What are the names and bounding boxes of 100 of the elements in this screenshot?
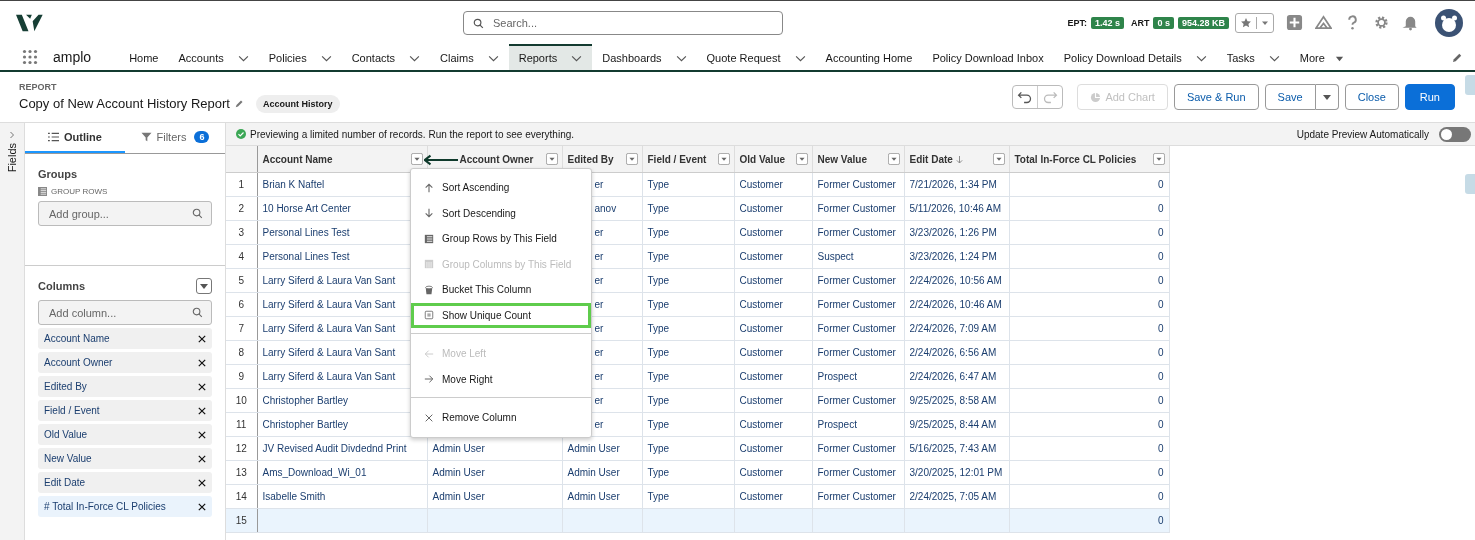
row-number: 9 (226, 364, 257, 389)
nav-tab[interactable]: Policies (258, 44, 342, 70)
menu-item[interactable]: Show Unique Count (411, 302, 591, 328)
panel-tab[interactable]: Outline (25, 123, 125, 153)
nav-tab[interactable]: Tasks (1216, 44, 1290, 70)
close-icon[interactable] (198, 454, 206, 463)
table-cell: Type (647, 323, 670, 334)
table-cell: 0 (1157, 203, 1164, 214)
column-chip[interactable]: # Total In-Force CL Policies (38, 496, 212, 517)
table-cell: er (594, 299, 604, 310)
column-chip[interactable]: Account Owner (38, 352, 212, 373)
close-icon[interactable] (198, 478, 206, 487)
section-subtitle: GROUP ROWS (51, 187, 108, 196)
column-header[interactable]: Edit Date (904, 146, 1009, 173)
run-button[interactable]: Run (1404, 84, 1455, 110)
nav-tab[interactable]: Home (119, 44, 169, 70)
dropdown-icon[interactable] (887, 153, 900, 165)
nav-tab[interactable]: Dashboards (592, 44, 697, 70)
menu-item[interactable]: Sort Ascending (411, 175, 591, 201)
row-number: 2 (226, 196, 257, 221)
panel-tab[interactable]: Filters 6 (125, 123, 225, 153)
column-chip[interactable]: Account Name (38, 328, 212, 349)
column-header[interactable]: Edited By (562, 146, 642, 173)
table-cell: er (594, 227, 604, 238)
plus-icon[interactable] (1286, 14, 1303, 31)
app-launcher-icon[interactable] (22, 49, 38, 65)
search-field[interactable]: Search... (463, 10, 783, 35)
favorites-button[interactable] (1235, 12, 1274, 33)
close-icon[interactable] (198, 382, 206, 391)
table-cell: Brian K Naftel (262, 179, 325, 190)
table-cell: Former Customer (817, 179, 896, 190)
dropdown-icon[interactable] (992, 153, 1005, 165)
column-chip[interactable]: New Value (38, 448, 212, 469)
column-header[interactable]: Total In-Force CL Policies (1009, 146, 1169, 173)
nav-tab[interactable]: Contacts (341, 44, 431, 70)
columns-menu-button[interactable] (196, 278, 212, 294)
nav-tab[interactable]: Quote Request (696, 44, 816, 70)
table-cell: er (594, 371, 604, 382)
dropdown-icon[interactable] (545, 153, 558, 165)
table-cell: Personal Lines Test (262, 227, 350, 238)
close-icon[interactable] (198, 502, 206, 511)
menu-item-icon (424, 412, 434, 423)
add-group-field[interactable]: Add group... (38, 201, 212, 226)
add-column-field[interactable]: Add column... (38, 300, 212, 325)
nav-tab[interactable]: Policy Download Inbox (922, 44, 1054, 70)
toolbar-button[interactable]: Save & Run (1173, 84, 1259, 110)
column-header[interactable]: Field / Event (642, 146, 734, 173)
table-cell: Admin User (432, 443, 485, 454)
nav-tab[interactable]: Reports (508, 44, 593, 70)
column-chip[interactable]: Old Value (38, 424, 212, 445)
table-cell: Customer (739, 419, 783, 430)
dropdown-icon[interactable] (625, 153, 638, 165)
chevron-icon (1195, 54, 1207, 62)
menu-item[interactable]: Group Rows by This Field (411, 226, 591, 252)
dropdown-icon[interactable] (410, 153, 423, 165)
save-button[interactable]: Save (1264, 84, 1316, 110)
fields-tab[interactable]: Fields (6, 143, 18, 173)
row-number: 6 (226, 292, 257, 317)
table-cell: Customer (739, 299, 783, 310)
table-cell: Type (647, 395, 670, 406)
nav-tab[interactable]: Accounting Home (815, 44, 923, 70)
table-cell: er (594, 323, 604, 334)
table-cell: Christopher Bartley (262, 419, 349, 430)
nav-tab[interactable]: Policy Download Details (1053, 44, 1217, 70)
dropdown-icon[interactable] (717, 153, 730, 165)
menu-item[interactable]: Bucket This Column (411, 277, 591, 303)
dropdown-icon[interactable] (795, 153, 808, 165)
table-cell: 0 (1157, 347, 1164, 358)
column-header[interactable]: Old Value (734, 146, 812, 173)
close-icon[interactable] (198, 358, 206, 367)
settings-icon[interactable] (1373, 14, 1390, 31)
column-chip[interactable]: Edited By (38, 376, 212, 397)
save-menu-button[interactable] (1315, 84, 1339, 110)
bell-icon[interactable] (1402, 14, 1419, 31)
close-icon[interactable] (198, 334, 206, 343)
table-cell: 0 (1157, 467, 1164, 478)
menu-item[interactable]: Sort Descending (411, 200, 591, 226)
pencil-icon[interactable] (235, 99, 244, 108)
menu-item-icon (424, 374, 434, 385)
table-cell: Ams_Download_Wi_01 (262, 467, 367, 478)
chevron-icon (320, 54, 332, 62)
nav-tab[interactable]: Accounts (168, 44, 259, 70)
toolbar-button[interactable]: Close (1344, 84, 1399, 110)
close-icon[interactable] (198, 430, 206, 439)
menu-item[interactable]: Move Right (411, 366, 591, 392)
avatar-icon[interactable] (1435, 8, 1463, 37)
column-chip[interactable]: Edit Date (38, 472, 212, 493)
close-icon[interactable] (198, 406, 206, 415)
chevron-icon (237, 54, 249, 62)
dropdown-icon[interactable] (1152, 153, 1165, 165)
menu-item[interactable]: Remove Column (411, 405, 591, 431)
mountain-icon[interactable] (1315, 14, 1332, 31)
toggle-switch[interactable] (1439, 126, 1471, 142)
column-header[interactable]: Account Name (257, 146, 427, 173)
nav-tab[interactable]: More (1289, 44, 1354, 70)
nav-tab[interactable]: Claims (430, 44, 509, 70)
column-header[interactable]: New Value (812, 146, 904, 173)
table-cell: 9/25/2025, 8:58 AM (909, 395, 997, 406)
pencil-icon[interactable] (1452, 51, 1463, 63)
column-chip[interactable]: Field / Event (38, 400, 212, 421)
